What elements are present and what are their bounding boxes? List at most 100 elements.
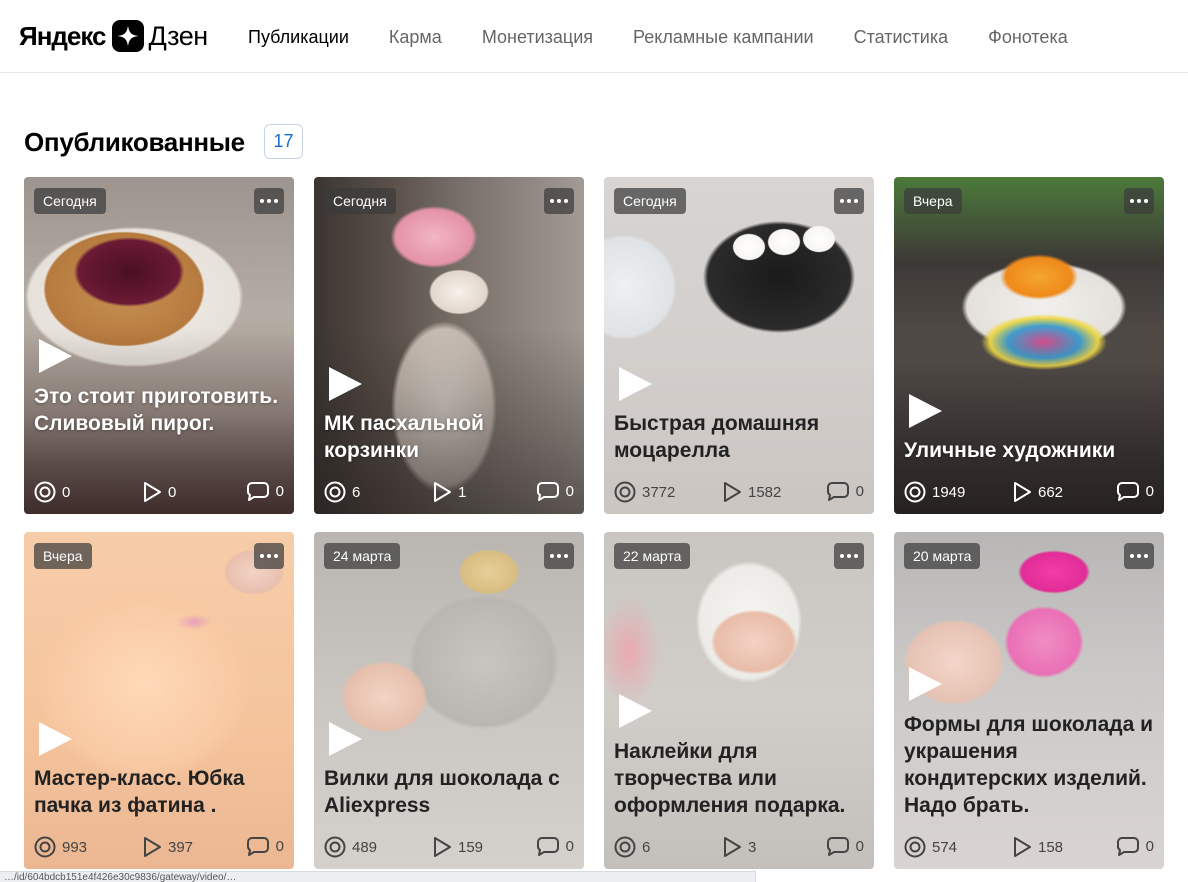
more-options-button[interactable]: [544, 543, 574, 569]
views-count: 489: [352, 838, 378, 856]
more-options-button[interactable]: [834, 188, 864, 214]
card-title[interactable]: Наклейки для творчества или оформления п…: [614, 738, 864, 819]
publication-card[interactable]: Сегодня МК пасхальной корзинки 6 1 0: [314, 177, 584, 514]
views-stat: 6: [614, 836, 650, 858]
card-stats: 6 3 0: [614, 836, 864, 858]
comments-count: 0: [565, 837, 574, 855]
nav-tab-music-library[interactable]: Фонотека: [988, 26, 1068, 48]
views-stat: 574: [904, 836, 957, 858]
nav-tab-publications[interactable]: Публикации: [248, 26, 349, 48]
yandex-dzen-logo[interactable]: Яндекс Дзен: [19, 18, 208, 54]
plays-count: 0: [168, 483, 177, 501]
comment-bubble-icon: [826, 482, 849, 501]
views-count: 3772: [642, 483, 676, 501]
comments-stat: 0: [826, 836, 864, 856]
play-icon[interactable]: [36, 720, 74, 758]
publication-card[interactable]: Сегодня Это стоит приготовить. Сливовый …: [24, 177, 294, 514]
plays-count: 1: [458, 483, 467, 501]
comments-count: 0: [275, 837, 284, 855]
page-title: Опубликованные: [24, 127, 245, 157]
card-stats: 993 397 0: [34, 836, 284, 858]
comments-count: 0: [565, 482, 574, 500]
comments-count: 0: [855, 482, 864, 500]
comment-bubble-icon: [536, 837, 559, 856]
play-outline-icon: [144, 837, 161, 857]
plays-stat: 159: [432, 836, 483, 858]
eye-circle-icon: [34, 836, 56, 858]
logo-dzen-text: Дзен: [148, 20, 209, 51]
date-badge: 24 марта: [324, 543, 401, 569]
views-count: 6: [352, 483, 361, 501]
publication-card[interactable]: 22 марта Наклейки для творчества или офо…: [604, 532, 874, 869]
plays-count: 397: [168, 838, 194, 856]
play-icon[interactable]: [36, 337, 74, 375]
comments-stat: 0: [536, 481, 574, 501]
comment-bubble-icon: [1116, 837, 1139, 856]
date-badge: Сегодня: [614, 188, 686, 214]
comments-count: 0: [1145, 837, 1154, 855]
more-options-button[interactable]: [254, 188, 284, 214]
play-icon[interactable]: [616, 365, 654, 403]
publication-card[interactable]: Вчера Уличные художники 1949 662 0: [894, 177, 1164, 514]
views-stat: 6: [324, 481, 360, 503]
plays-count: 159: [458, 838, 484, 856]
plays-stat: 1: [432, 481, 466, 503]
publication-card[interactable]: 20 марта Формы для шоколада и украшения …: [894, 532, 1164, 869]
publication-card[interactable]: Сегодня Быстрая домашняя моцарелла 3772 …: [604, 177, 874, 514]
card-title[interactable]: Мастер-класс. Юбка пачка из фатина .: [34, 765, 284, 819]
play-icon[interactable]: [906, 665, 944, 703]
publication-card[interactable]: Вчера Мастер-класс. Юбка пачка из фатина…: [24, 532, 294, 869]
views-count: 1949: [932, 483, 966, 501]
play-outline-icon: [434, 482, 451, 502]
play-icon[interactable]: [616, 692, 654, 730]
play-outline-icon: [724, 837, 741, 857]
more-options-button[interactable]: [254, 543, 284, 569]
card-title[interactable]: Уличные художники: [904, 437, 1154, 464]
date-badge: Вчера: [904, 188, 962, 214]
plays-stat: 158: [1012, 836, 1063, 858]
play-outline-icon: [724, 482, 741, 502]
card-stats: 1949 662 0: [904, 481, 1154, 503]
eye-circle-icon: [324, 481, 346, 503]
card-title[interactable]: Формы для шоколада и украшения кондитерс…: [904, 711, 1154, 819]
nav-tab-ad-campaigns[interactable]: Рекламные кампании: [633, 26, 814, 48]
comment-bubble-icon: [246, 482, 269, 501]
nav-tab-monetization[interactable]: Монетизация: [482, 26, 593, 48]
nav-tab-karma[interactable]: Карма: [389, 26, 442, 48]
play-outline-icon: [144, 482, 161, 502]
date-badge: Сегодня: [324, 188, 396, 214]
plays-count: 1582: [748, 483, 782, 501]
play-outline-icon: [1014, 837, 1031, 857]
card-title[interactable]: Быстрая домашняя моцарелла: [614, 410, 864, 464]
plays-stat: 662: [1012, 481, 1063, 503]
more-options-button[interactable]: [1124, 543, 1154, 569]
comment-bubble-icon: [826, 837, 849, 856]
plays-count: 158: [1038, 838, 1064, 856]
card-title[interactable]: Вилки для шоколада с Aliexpress: [324, 765, 574, 819]
card-title[interactable]: МК пасхальной корзинки: [324, 410, 574, 464]
play-icon[interactable]: [326, 720, 364, 758]
comments-count: 0: [275, 482, 284, 500]
plays-stat: 1582: [722, 481, 781, 503]
nav-tab-statistics[interactable]: Статистика: [854, 26, 949, 48]
play-icon[interactable]: [326, 365, 364, 403]
card-title[interactable]: Это стоит приготовить. Сливовый пирог.: [34, 383, 284, 437]
logo-yandex-text: Яндекс: [19, 20, 106, 51]
more-options-button[interactable]: [544, 188, 574, 214]
more-options-button[interactable]: [1124, 188, 1154, 214]
eye-circle-icon: [904, 481, 926, 503]
comment-bubble-icon: [246, 837, 269, 856]
card-stats: 0 0 0: [34, 481, 284, 503]
card-stats: 489 159 0: [324, 836, 574, 858]
top-header: Яндекс Дзен Публикации Карма Монетизация…: [0, 0, 1188, 73]
eye-circle-icon: [34, 481, 56, 503]
play-icon[interactable]: [906, 392, 944, 430]
more-options-button[interactable]: [834, 543, 864, 569]
play-outline-icon: [1014, 482, 1031, 502]
plays-count: 662: [1038, 483, 1064, 501]
eye-circle-icon: [614, 481, 636, 503]
publication-card[interactable]: 24 марта Вилки для шоколада с Aliexpress…: [314, 532, 584, 869]
comment-bubble-icon: [1116, 482, 1139, 501]
comments-stat: 0: [1116, 836, 1154, 856]
eye-circle-icon: [904, 836, 926, 858]
